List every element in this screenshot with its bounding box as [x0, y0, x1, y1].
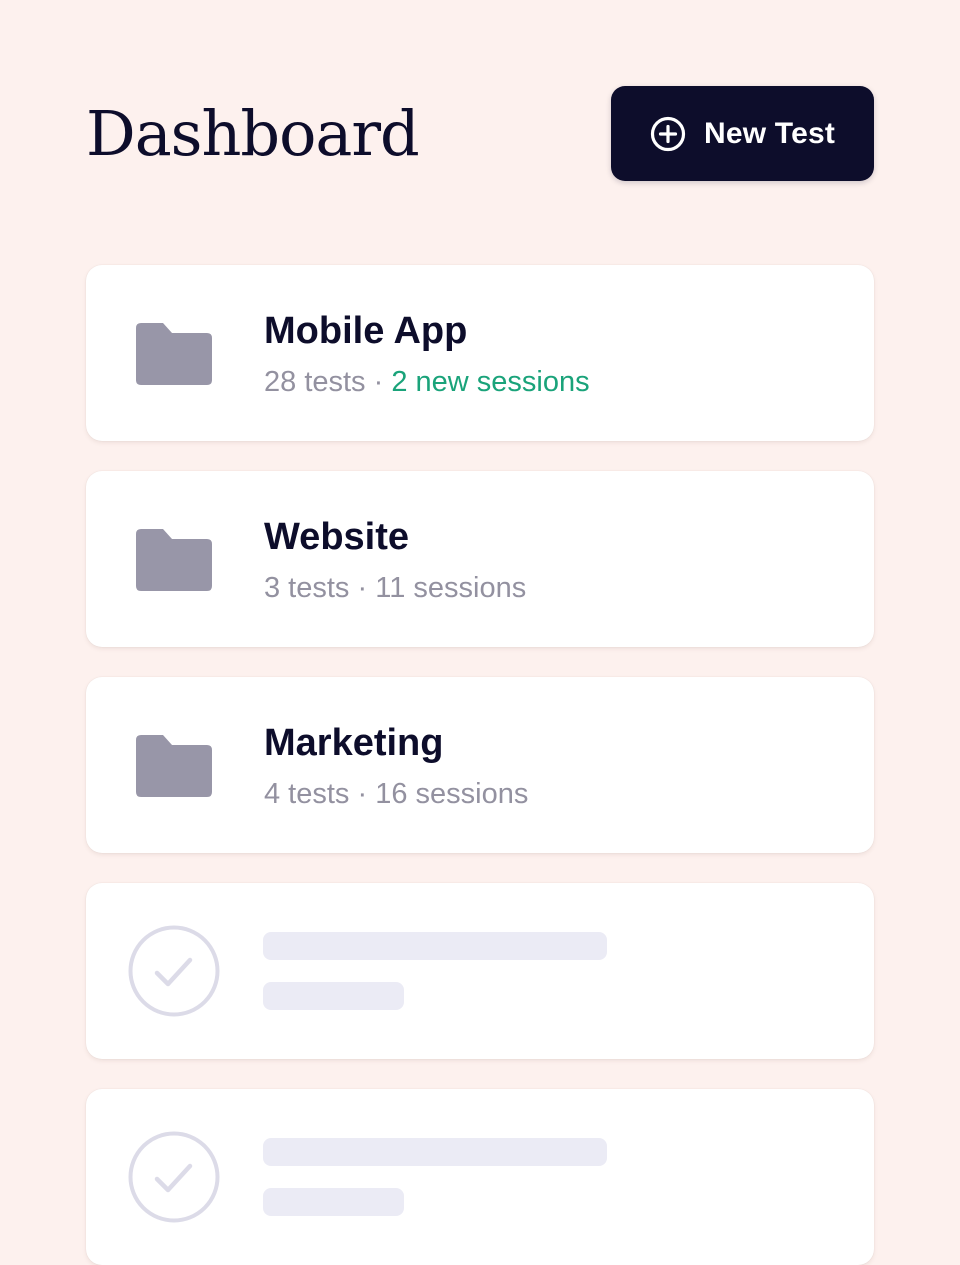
session-count: 2 new sessions	[391, 366, 590, 398]
folder-icon	[136, 529, 212, 591]
project-meta: 28 tests · 2 new sessions	[264, 363, 590, 401]
test-count: 28 tests	[264, 366, 366, 398]
project-meta: 4 tests · 16 sessions	[264, 775, 528, 813]
skeleton-subtitle	[263, 982, 404, 1010]
new-test-label: New Test	[703, 116, 836, 150]
test-count: 3 tests	[264, 572, 350, 604]
project-title: Mobile App	[264, 310, 468, 352]
project-card-marketing[interactable]: Marketing 4 tests · 16 sessions	[86, 677, 874, 853]
project-title: Website	[264, 516, 410, 558]
meta-separator: ·	[349, 778, 376, 810]
check-circle-icon	[128, 1131, 220, 1223]
placeholder-card	[86, 883, 874, 1059]
placeholder-card	[86, 1089, 874, 1265]
meta-separator: ·	[365, 366, 392, 398]
page-title: Dashboard	[86, 97, 420, 170]
skeleton-title	[263, 1138, 607, 1166]
session-count: 16 sessions	[375, 778, 529, 810]
check-circle-icon	[128, 925, 220, 1017]
skeleton-title	[263, 932, 607, 960]
plus-circle-icon	[650, 116, 686, 151]
project-card-website[interactable]: Website 3 tests · 11 sessions	[86, 471, 874, 647]
folder-icon	[136, 735, 212, 797]
meta-separator: ·	[349, 572, 376, 604]
project-card-mobile-app[interactable]: Mobile App 28 tests · 2 new sessions	[86, 265, 874, 441]
project-meta: 3 tests · 11 sessions	[264, 569, 526, 607]
new-test-button[interactable]: New Test	[611, 86, 874, 181]
skeleton-subtitle	[263, 1188, 404, 1216]
folder-icon	[136, 323, 212, 385]
session-count: 11 sessions	[375, 572, 527, 604]
test-count: 4 tests	[264, 778, 350, 810]
project-title: Marketing	[264, 722, 444, 764]
